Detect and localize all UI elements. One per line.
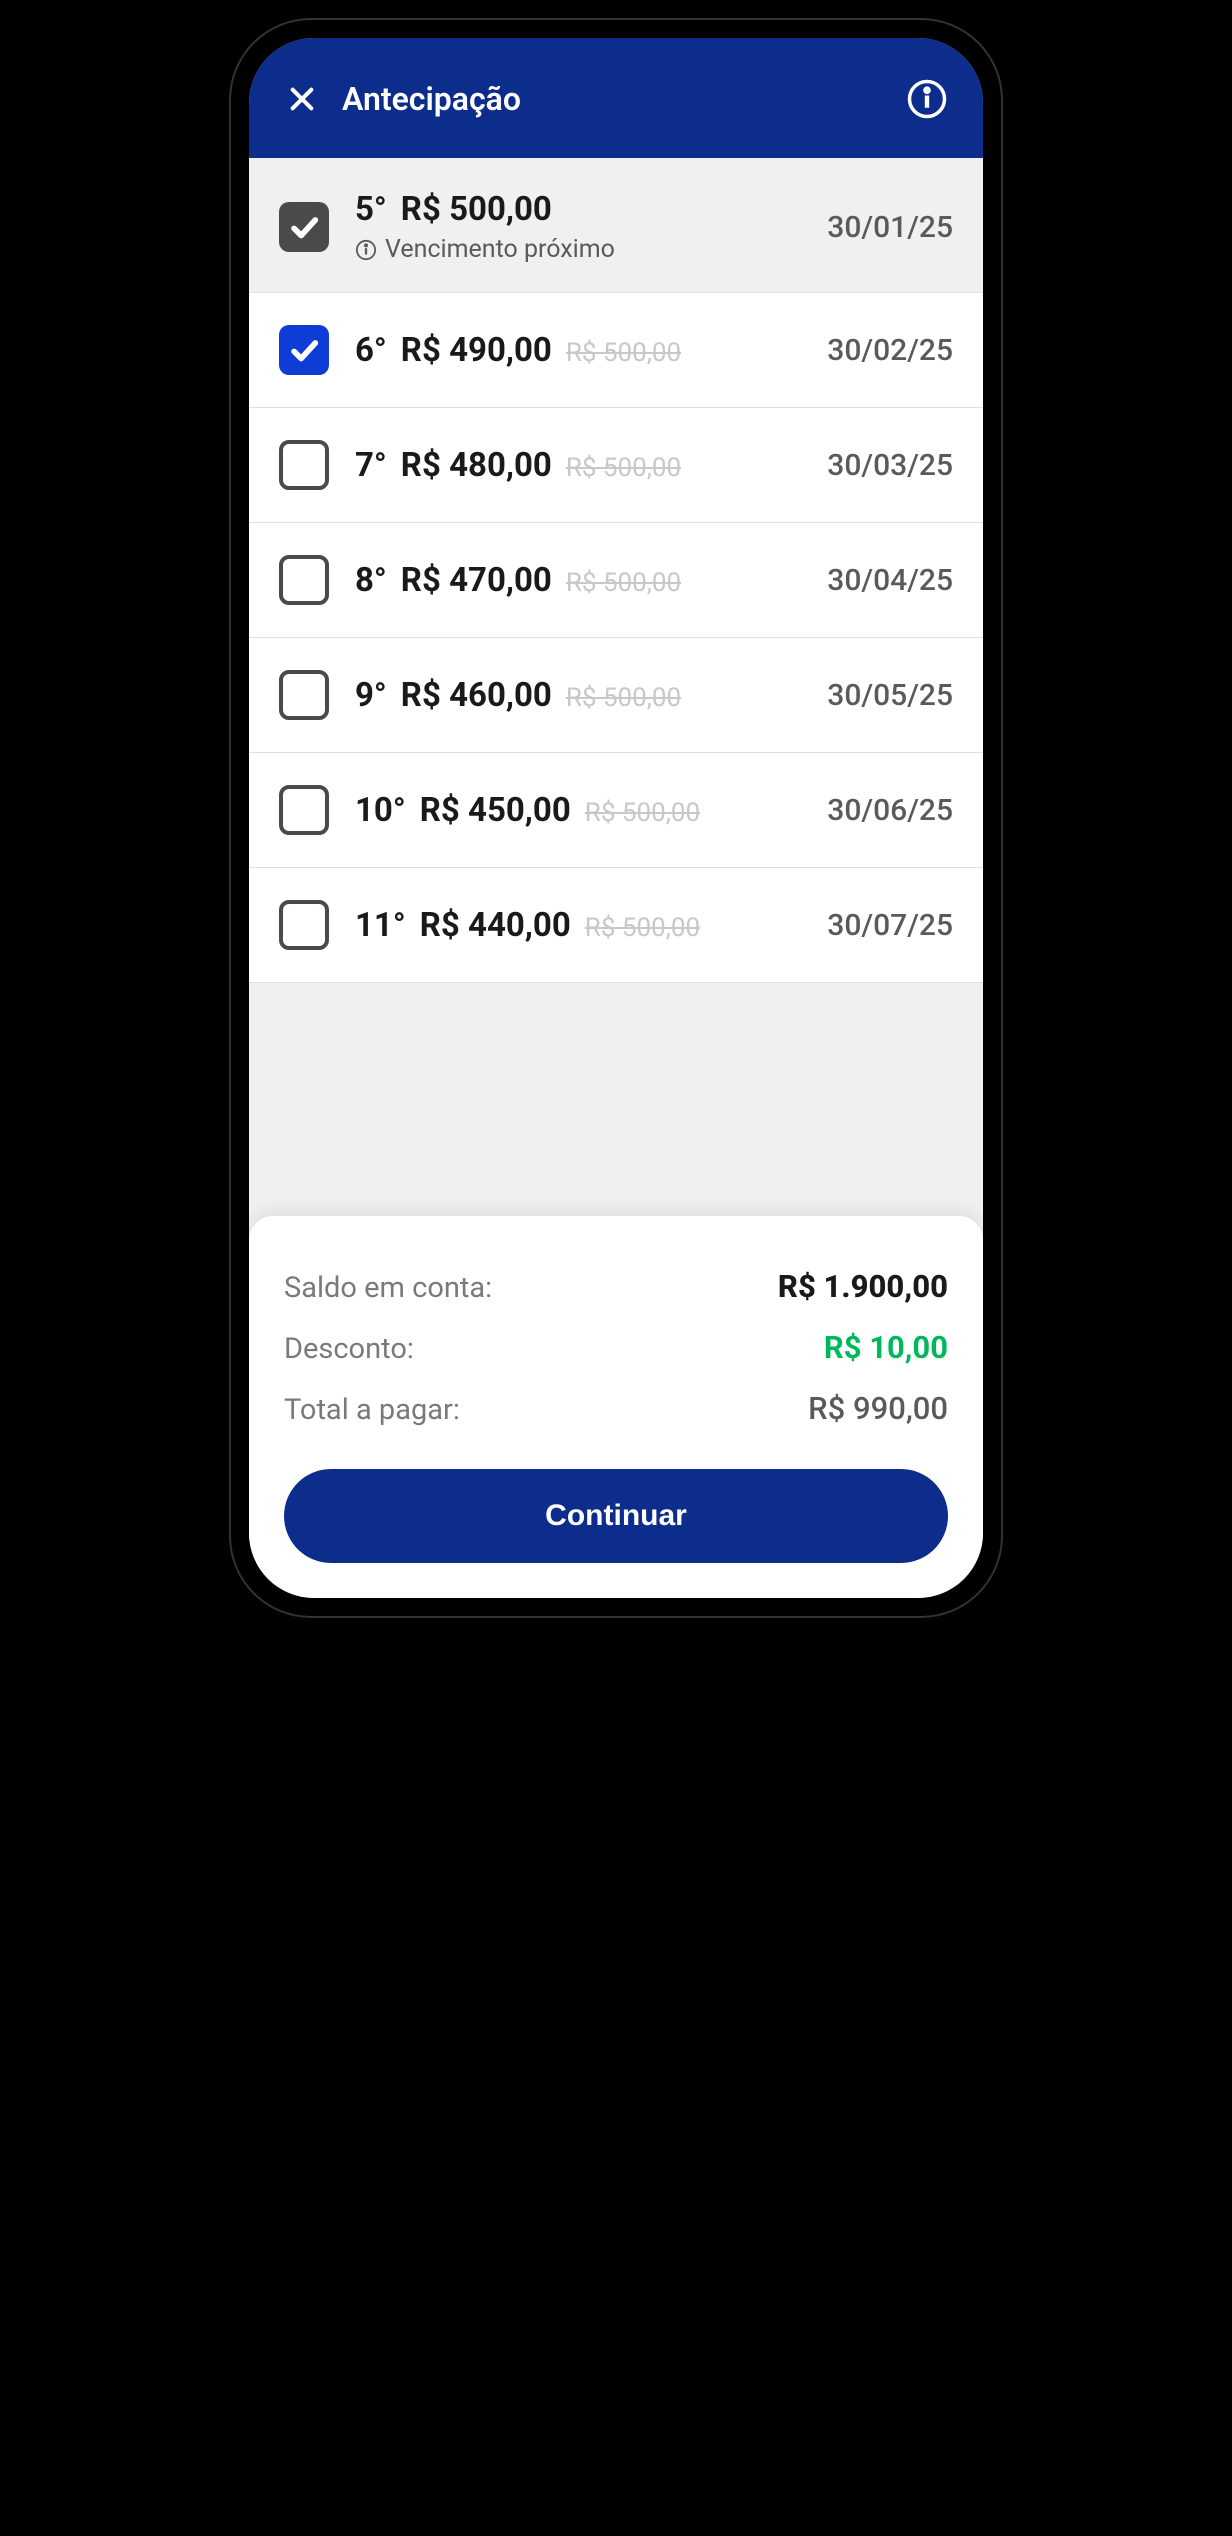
installment-date: 30/04/25 [827,563,953,598]
installment-amount: R$ 440,00 [420,906,571,945]
discount-row: Desconto: R$ 10,00 [284,1317,948,1378]
installment-checkbox[interactable] [279,555,329,605]
info-icon[interactable] [906,78,948,120]
list-item[interactable]: 5° R$ 500,00 Vencimento próximo 30/01/25 [249,158,983,293]
installment-original-amount: R$ 500,00 [585,798,700,828]
installment-amount: R$ 450,00 [420,791,571,830]
installment-amount: R$ 460,00 [401,676,552,715]
installment-ordinal: 7° [355,446,387,485]
balance-value: R$ 1.900,00 [778,1268,948,1305]
installment-original-amount: R$ 500,00 [585,913,700,943]
installment-date: 30/01/25 [827,210,953,245]
installment-original-amount: R$ 500,00 [566,453,681,483]
installment-checkbox[interactable] [279,900,329,950]
app-header: Antecipação [249,38,983,158]
installment-ordinal: 9° [355,676,387,715]
close-icon[interactable] [284,81,320,117]
discount-value: R$ 10,00 [824,1329,948,1366]
item-content: 6° R$ 490,00 R$ 500,00 [355,331,801,370]
item-content: 9° R$ 460,00 R$ 500,00 [355,676,801,715]
installment-original-amount: R$ 500,00 [566,568,681,598]
installment-checkbox[interactable] [279,785,329,835]
installment-ordinal: 11° [355,906,406,945]
installment-amount: R$ 490,00 [401,331,552,370]
discount-label: Desconto: [284,1332,414,1366]
list-item[interactable]: 10° R$ 450,00 R$ 500,00 30/06/25 [249,753,983,868]
item-content: 8° R$ 470,00 R$ 500,00 [355,561,801,600]
phone-frame: Antecipação 5° R$ 500,00 Vencimento próxim… [231,20,1001,1616]
installment-checkbox[interactable] [279,202,329,252]
installment-amount: R$ 470,00 [401,561,552,600]
installment-checkbox[interactable] [279,670,329,720]
installment-checkbox[interactable] [279,440,329,490]
list-item[interactable]: 11° R$ 440,00 R$ 500,00 30/07/25 [249,868,983,983]
item-main-line: 6° R$ 490,00 R$ 500,00 [355,331,801,370]
due-soon-warning: Vencimento próximo [355,235,801,264]
item-main-line: 5° R$ 500,00 [355,190,801,229]
item-main-line: 8° R$ 470,00 R$ 500,00 [355,561,801,600]
item-content: 5° R$ 500,00 Vencimento próximo [355,190,801,264]
warning-text: Vencimento próximo [385,235,615,264]
summary-card: Saldo em conta: R$ 1.900,00 Desconto: R$… [249,1216,983,1598]
installment-amount: R$ 480,00 [401,446,552,485]
installment-ordinal: 6° [355,331,387,370]
continue-button[interactable]: Continuar [284,1469,948,1563]
installment-date: 30/05/25 [827,678,953,713]
installment-list: 5° R$ 500,00 Vencimento próximo 30/01/25 6° R… [249,158,983,1216]
list-item[interactable]: 7° R$ 480,00 R$ 500,00 30/03/25 [249,408,983,523]
info-icon [355,239,377,261]
phone-screen: Antecipação 5° R$ 500,00 Vencimento próxim… [249,38,983,1598]
installment-original-amount: R$ 500,00 [566,683,681,713]
installment-ordinal: 8° [355,561,387,600]
item-content: 10° R$ 450,00 R$ 500,00 [355,791,801,830]
installment-date: 30/03/25 [827,448,953,483]
item-main-line: 7° R$ 480,00 R$ 500,00 [355,446,801,485]
balance-label: Saldo em conta: [284,1271,492,1305]
item-main-line: 11° R$ 440,00 R$ 500,00 [355,906,801,945]
total-row: Total a pagar: R$ 990,00 [284,1378,948,1439]
installment-checkbox[interactable] [279,325,329,375]
installment-original-amount: R$ 500,00 [566,338,681,368]
item-main-line: 9° R$ 460,00 R$ 500,00 [355,676,801,715]
balance-row: Saldo em conta: R$ 1.900,00 [284,1256,948,1317]
item-content: 11° R$ 440,00 R$ 500,00 [355,906,801,945]
page-title: Antecipação [342,80,884,118]
installment-ordinal: 5° [355,190,387,229]
installment-date: 30/02/25 [827,333,953,368]
list-item[interactable]: 9° R$ 460,00 R$ 500,00 30/05/25 [249,638,983,753]
list-item[interactable]: 8° R$ 470,00 R$ 500,00 30/04/25 [249,523,983,638]
installment-date: 30/06/25 [827,793,953,828]
installment-ordinal: 10° [355,791,406,830]
list-item[interactable]: 6° R$ 490,00 R$ 500,00 30/02/25 [249,293,983,408]
item-main-line: 10° R$ 450,00 R$ 500,00 [355,791,801,830]
total-value: R$ 990,00 [808,1390,948,1427]
item-content: 7° R$ 480,00 R$ 500,00 [355,446,801,485]
total-label: Total a pagar: [284,1393,460,1427]
installment-amount: R$ 500,00 [401,190,552,229]
installment-date: 30/07/25 [827,908,953,943]
